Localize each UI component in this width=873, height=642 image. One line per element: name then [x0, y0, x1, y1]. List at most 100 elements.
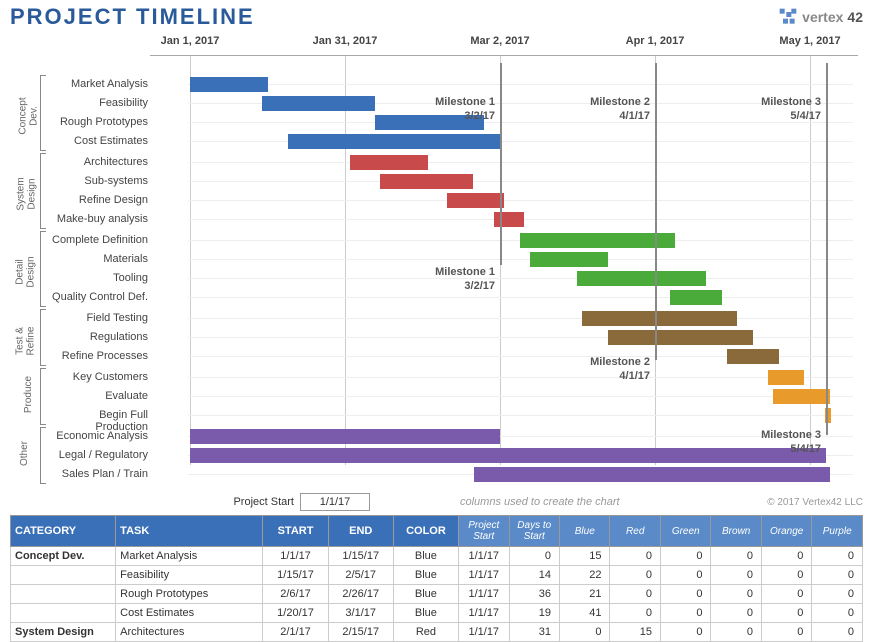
milestone-label: Milestone 24/1/17	[585, 95, 650, 124]
cell[interactable]: 0	[812, 585, 863, 604]
cell[interactable]: 1/15/17	[263, 566, 328, 585]
task-row: Architectures	[48, 153, 858, 172]
cell[interactable]: 0	[711, 566, 761, 585]
gantt-bar	[768, 370, 804, 385]
cell[interactable]: System Design	[11, 623, 116, 642]
cell[interactable]: Blue	[393, 585, 458, 604]
cell[interactable]: 0	[660, 604, 710, 623]
cell[interactable]: 0	[610, 585, 660, 604]
task-row: Refine Processes	[48, 347, 858, 366]
col-header-sub: Red	[610, 516, 660, 547]
cell[interactable]: 0	[660, 566, 710, 585]
cell[interactable]: Architectures	[116, 623, 263, 642]
cell[interactable]: 0	[761, 623, 811, 642]
cell[interactable]: 22	[560, 566, 610, 585]
cell[interactable]: 1/1/17	[263, 547, 328, 566]
cell[interactable]: 1/1/17	[459, 547, 509, 566]
table-row: Rough Prototypes2/6/172/26/17Blue1/1/173…	[11, 585, 863, 604]
cell[interactable]: 0	[761, 604, 811, 623]
cell[interactable]: 3/1/17	[328, 604, 393, 623]
cell[interactable]: 0	[610, 604, 660, 623]
cell[interactable]: 41	[560, 604, 610, 623]
logo-text2: 42	[847, 9, 863, 25]
phase-label: Other	[10, 448, 40, 459]
cell[interactable]: 1/1/17	[459, 585, 509, 604]
cell[interactable]: 15	[560, 547, 610, 566]
cell[interactable]	[11, 566, 116, 585]
cell[interactable]: 2/5/17	[328, 566, 393, 585]
cell[interactable]: 1/1/17	[459, 566, 509, 585]
task-row: Legal / Regulatory	[48, 446, 858, 465]
cell[interactable]	[11, 604, 116, 623]
task-label: Feasibility	[48, 97, 148, 109]
gantt-bar	[190, 429, 500, 444]
cell[interactable]: 0	[812, 604, 863, 623]
cell[interactable]: 21	[560, 585, 610, 604]
cell[interactable]: Feasibility	[116, 566, 263, 585]
gantt-bar	[773, 389, 830, 404]
cell[interactable]: Cost Estimates	[116, 604, 263, 623]
cell[interactable]: 0	[711, 585, 761, 604]
table-row: Feasibility1/15/172/5/17Blue1/1/17142200…	[11, 566, 863, 585]
cell[interactable]	[11, 585, 116, 604]
cell[interactable]: 0	[660, 585, 710, 604]
cell[interactable]: 1/1/17	[459, 623, 509, 642]
cell[interactable]: Rough Prototypes	[116, 585, 263, 604]
cell[interactable]: 2/15/17	[328, 623, 393, 642]
cell[interactable]: Blue	[393, 566, 458, 585]
phase-label: Produce	[10, 389, 40, 400]
cell[interactable]: 31	[509, 623, 559, 642]
cell[interactable]: 0	[711, 623, 761, 642]
gantt-bar	[350, 155, 428, 170]
cell[interactable]: 2/26/17	[328, 585, 393, 604]
task-label: Complete Definition	[48, 234, 148, 246]
col-header-sub: Days to Start	[509, 516, 559, 547]
gantt-chart: Jan 1, 2017Jan 31, 2017Mar 2, 2017Apr 1,…	[10, 35, 863, 485]
gantt-bar	[190, 77, 268, 92]
cell[interactable]: 0	[711, 604, 761, 623]
cell[interactable]: 2/6/17	[263, 585, 328, 604]
cell[interactable]: 0	[610, 566, 660, 585]
cell[interactable]: 14	[509, 566, 559, 585]
cell[interactable]: 36	[509, 585, 559, 604]
cell[interactable]: 0	[660, 547, 710, 566]
cell[interactable]: 19	[509, 604, 559, 623]
task-row: Regulations	[48, 328, 858, 347]
project-start-value[interactable]: 1/1/17	[300, 493, 370, 511]
phase-bracket	[40, 309, 46, 366]
cell[interactable]: 2/1/17	[263, 623, 328, 642]
cell[interactable]: Red	[393, 623, 458, 642]
cell[interactable]: 1/20/17	[263, 604, 328, 623]
cell[interactable]: 0	[711, 547, 761, 566]
phase-bracket	[40, 427, 46, 484]
axis-tick: May 1, 2017	[779, 35, 840, 47]
cell[interactable]: 1/1/17	[459, 604, 509, 623]
cell[interactable]: Market Analysis	[116, 547, 263, 566]
task-label: Legal / Regulatory	[48, 449, 148, 461]
cell[interactable]: 0	[509, 547, 559, 566]
task-label: Sub-systems	[48, 175, 148, 187]
cell[interactable]: Blue	[393, 547, 458, 566]
cell[interactable]: 0	[812, 547, 863, 566]
cell[interactable]: 0	[560, 623, 610, 642]
cell[interactable]: 0	[610, 547, 660, 566]
task-label: Market Analysis	[48, 78, 148, 90]
cell[interactable]: 0	[812, 566, 863, 585]
col-header: END	[328, 516, 393, 547]
axis-tick: Jan 1, 2017	[161, 35, 220, 47]
gantt-bar	[474, 467, 830, 482]
cell[interactable]: 0	[761, 566, 811, 585]
task-row: Market Analysis	[48, 75, 858, 94]
cell[interactable]: 0	[761, 585, 811, 604]
cell[interactable]: Concept Dev.	[11, 547, 116, 566]
phase-bracket	[40, 368, 46, 425]
cell[interactable]: Blue	[393, 604, 458, 623]
cell[interactable]: 0	[761, 547, 811, 566]
cell[interactable]: 0	[812, 623, 863, 642]
task-label: Materials	[48, 253, 148, 265]
cell[interactable]: 15	[610, 623, 660, 642]
gantt-bar	[577, 271, 706, 286]
cell[interactable]: 1/15/17	[328, 547, 393, 566]
col-header-sub: Blue	[560, 516, 610, 547]
cell[interactable]: 0	[660, 623, 710, 642]
